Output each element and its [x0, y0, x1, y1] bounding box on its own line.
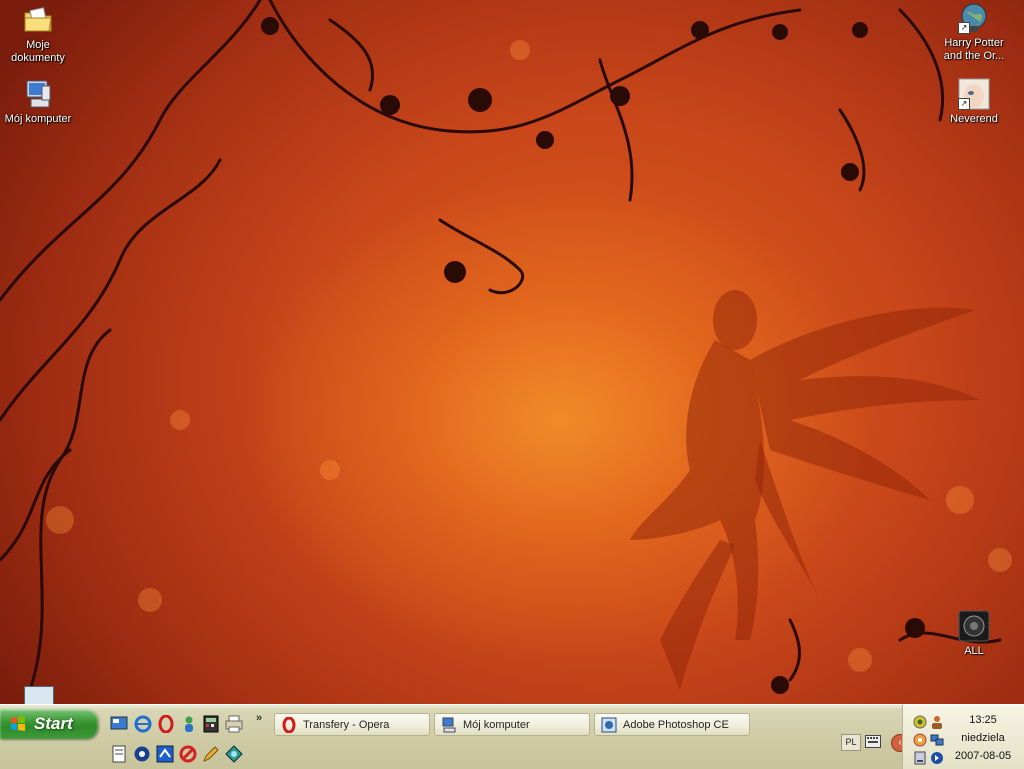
speaker-icon — [958, 610, 990, 642]
desktop-icon-all[interactable]: ALL — [936, 610, 1012, 658]
globe-shortcut-icon: ↗ — [958, 2, 990, 34]
fairy-wallpaper — [0, 0, 1012, 694]
keyboard-icon[interactable] — [865, 735, 881, 748]
task-label: Transfery - Opera — [303, 719, 390, 731]
desktop-icon-label: ALL — [964, 645, 984, 657]
printer-icon[interactable] — [225, 715, 243, 733]
network-tray-icon[interactable] — [930, 733, 944, 747]
clock-time[interactable]: 13:25 — [943, 714, 1023, 726]
task-button-photoshop[interactable]: Adobe Photoshop CE — [594, 713, 750, 736]
desktop-icon-label: Harry Potter and the Or... — [943, 37, 1005, 62]
system-tray: 13:25 niedziela 2007-08-05 — [902, 705, 1024, 769]
photoshop-icon — [601, 717, 617, 733]
desktop-icon-my-computer[interactable]: Mój komputer — [0, 78, 76, 126]
desktop-icon-label: Moje dokumenty — [11, 39, 65, 64]
quick-launch-chevron[interactable]: » — [256, 712, 262, 724]
pencil-icon[interactable] — [202, 745, 220, 763]
media-player-icon[interactable] — [133, 745, 151, 763]
messenger-icon[interactable] — [180, 715, 198, 733]
clock-day: niedziela — [961, 732, 1005, 744]
internet-explorer-icon[interactable] — [134, 715, 152, 733]
opera-icon — [282, 717, 296, 733]
network-icon[interactable] — [225, 745, 243, 763]
desktop-icon-harry-potter[interactable]: ↗ Harry Potter and the Or... — [936, 2, 1012, 63]
task-button-opera[interactable]: Transfery - Opera — [274, 713, 430, 736]
desktop-icon-label: Mój komputer — [4, 113, 72, 125]
language-indicator[interactable]: PL — [841, 734, 861, 751]
shortcut-arrow-icon: ↗ — [958, 22, 970, 34]
block-icon[interactable] — [179, 745, 197, 763]
partial-desktop-icon[interactable] — [24, 686, 54, 704]
calculator-icon[interactable] — [202, 715, 220, 733]
sync-icon[interactable] — [156, 745, 174, 763]
desktop-icon-neverend[interactable]: ↗ Neverend — [936, 78, 1012, 126]
folder-documents-icon — [22, 4, 54, 36]
clock-date: 2007-08-05 — [954, 750, 1012, 762]
shortcut-arrow-icon: ↗ — [958, 98, 970, 110]
windows-logo-icon — [11, 716, 25, 731]
desktop[interactable]: Moje dokumenty Mój komputer ↗ Harry Pott… — [0, 0, 1024, 704]
taskbar: Start » Transfery - Opera Mój komputer A… — [0, 704, 1024, 769]
start-label: Start — [34, 714, 73, 733]
task-button-my-computer[interactable]: Mój komputer — [434, 713, 590, 736]
user-tray-icon[interactable] — [930, 715, 944, 729]
notepad-icon[interactable] — [110, 745, 128, 763]
drive-tray-icon[interactable] — [913, 751, 927, 765]
task-label: Adobe Photoshop CE — [623, 719, 729, 731]
image-shortcut-icon: ↗ — [958, 78, 990, 110]
task-label: Mój komputer — [463, 719, 530, 731]
opera-icon[interactable] — [157, 715, 175, 733]
computer-icon — [22, 78, 54, 110]
security-shield-icon[interactable] — [913, 715, 927, 729]
desktop-icon-label: Neverend — [950, 113, 998, 125]
settings-tray-icon[interactable] — [913, 733, 927, 747]
computer-icon — [442, 717, 456, 733]
show-desktop-icon[interactable] — [110, 715, 128, 733]
desktop-icon-my-documents[interactable]: Moje dokumenty — [0, 4, 76, 65]
antivirus-tray-icon[interactable] — [930, 751, 944, 765]
start-button[interactable]: Start — [0, 709, 98, 739]
